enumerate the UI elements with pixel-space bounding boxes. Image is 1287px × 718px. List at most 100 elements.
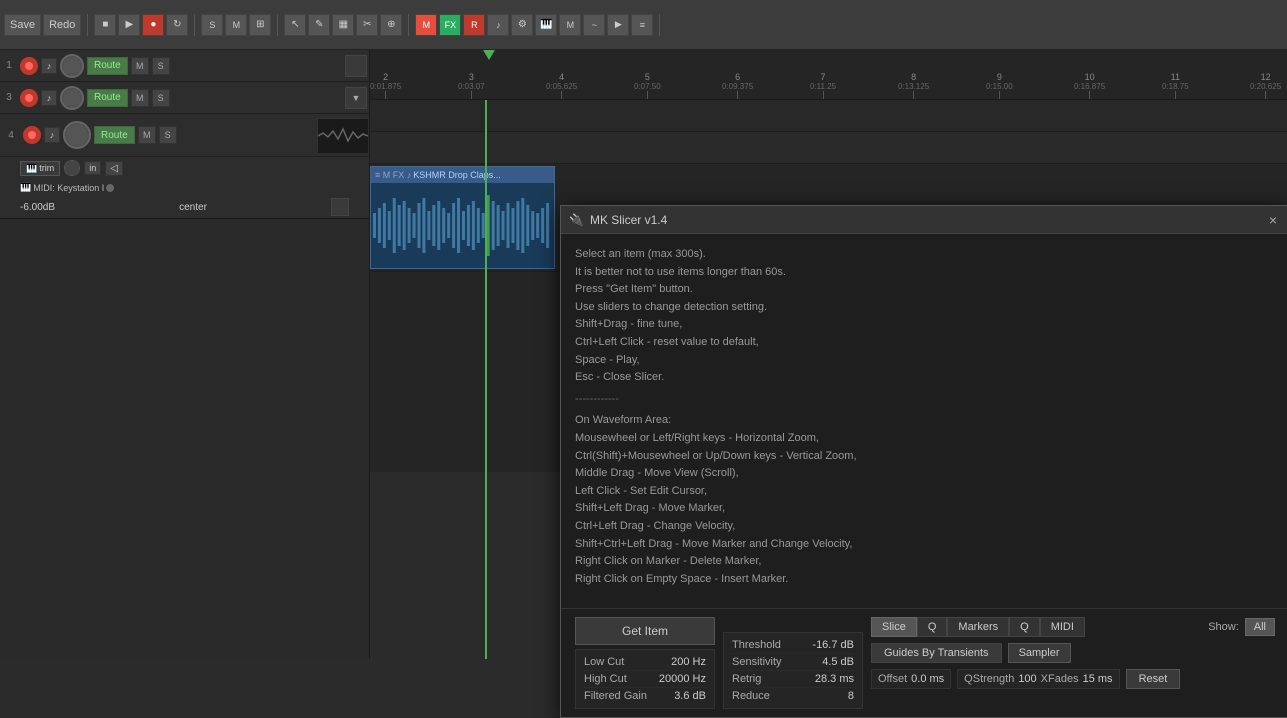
show-row: Show: All — [1208, 618, 1275, 636]
tracks-panel: 1 ♪ Route M S 3 ♪ Route M S — [0, 50, 370, 659]
arrow-button[interactable]: ◁ — [105, 161, 123, 176]
fx-icon[interactable]: FX — [439, 14, 461, 36]
help-line: Ctrl+Left Drag - Change Velocity, — [575, 518, 1275, 536]
track-clip-button[interactable]: ▼ — [345, 87, 367, 109]
play-icon[interactable]: ▶ — [118, 14, 140, 36]
midi-tab[interactable]: MIDI — [1040, 617, 1085, 637]
track-power-button[interactable] — [20, 57, 38, 75]
slice-q-tab[interactable]: Q — [917, 617, 948, 637]
mute-button[interactable]: M — [131, 57, 149, 75]
ruler-mark: 2 0:01.875 — [370, 72, 401, 99]
all-button[interactable]: All — [1245, 618, 1275, 636]
route-button[interactable]: Route — [87, 89, 128, 107]
guides-button[interactable]: Guides By Transients — [871, 643, 1002, 663]
snap-section: S M ⊞ — [201, 14, 278, 36]
ruler-mark: 7 0:11.25 — [810, 72, 836, 99]
waveform-thumbnail — [317, 118, 367, 152]
settings-icon[interactable]: ⚙ — [511, 14, 533, 36]
solo-button[interactable]: S — [152, 89, 170, 107]
track-lane-1 — [370, 100, 1287, 132]
offset-label: Offset — [878, 673, 907, 685]
file-section: Save Redo — [4, 14, 88, 36]
solo-button[interactable]: S — [159, 126, 177, 144]
mute-button[interactable]: M — [138, 126, 156, 144]
mute-button[interactable]: M — [131, 89, 149, 107]
param-value: 3.6 dB — [674, 690, 706, 702]
route-button[interactable]: Route — [87, 57, 128, 75]
metronome-icon[interactable]: M — [225, 14, 247, 36]
track-volume-knob[interactable] — [63, 121, 91, 149]
track-knob-small[interactable] — [64, 160, 80, 176]
dialog-titlebar: 🔌 MK Slicer v1.4 × — [561, 206, 1287, 234]
video-icon[interactable]: ▶ — [607, 14, 629, 36]
stop-icon[interactable]: ■ — [94, 14, 116, 36]
edit-icon[interactable] — [331, 198, 349, 216]
transport-section: ■ ▶ ● ↻ — [94, 14, 195, 36]
routing-icon[interactable]: R — [463, 14, 485, 36]
pencil-icon[interactable]: ✎ — [308, 14, 330, 36]
reset-button[interactable]: Reset — [1126, 669, 1181, 689]
track-number: 4 — [2, 128, 20, 143]
snap-icon[interactable]: S — [201, 14, 223, 36]
track-mute-button[interactable]: ♪ — [41, 58, 57, 74]
offset-value: 0.0 ms — [911, 673, 944, 685]
dialog-close-button[interactable]: × — [1265, 212, 1281, 228]
cursor-icon[interactable]: ↖ — [284, 14, 306, 36]
track-mute-button[interactable]: ♪ — [41, 90, 57, 106]
pan-center: center — [179, 202, 207, 213]
markers-tab[interactable]: Markers — [947, 617, 1009, 637]
tabs-row: Slice Q Markers Q MIDI — [871, 617, 1085, 637]
zoom-icon[interactable]: ⊕ — [380, 14, 402, 36]
extra-icon[interactable]: ≡ — [631, 14, 653, 36]
track-volume-knob[interactable] — [60, 86, 84, 110]
sampler-button[interactable]: Sampler — [1008, 643, 1071, 663]
solo-button[interactable]: S — [152, 57, 170, 75]
select-icon[interactable]: ▦ — [332, 14, 354, 36]
empty-track-area — [0, 219, 369, 659]
view-section: M FX R ♪ ⚙ 🎹 M ~ ▶ ≡ — [415, 14, 660, 36]
split-icon[interactable]: ✂ — [356, 14, 378, 36]
redo-button[interactable]: Redo — [43, 14, 81, 36]
qstrength-setting: QStrength 100 XFades 15 ms — [957, 669, 1119, 689]
get-item-button[interactable]: Get Item — [575, 617, 715, 645]
midi-icon[interactable]: M — [559, 14, 581, 36]
grid-icon[interactable]: ⊞ — [249, 14, 271, 36]
media-icon[interactable]: ♪ — [487, 14, 509, 36]
track-clip-button[interactable] — [345, 55, 367, 77]
clip-icons: ≡ M FX ♪ — [375, 170, 411, 180]
in-button[interactable]: in — [84, 161, 101, 175]
record-icon[interactable]: ● — [142, 14, 164, 36]
markers-q-tab[interactable]: Q — [1009, 617, 1040, 637]
help-line: Ctrl(Shift)+Mousewheel or Up/Down keys -… — [575, 448, 1275, 466]
track-power-button[interactable] — [20, 89, 38, 107]
help-line: Mousewheel or Left/Right keys - Horizont… — [575, 430, 1275, 448]
track-mute-button[interactable]: ♪ — [44, 127, 60, 143]
ruler-marks: 2 0:01.875 3 0:03.07 4 0:05.625 5 0:07.5… — [370, 50, 1287, 99]
audio-clip[interactable]: ≡ M FX ♪ KSHMR Drop Claps... — [370, 166, 555, 269]
loop-icon[interactable]: ↻ — [166, 14, 188, 36]
ruler-mark: 10 0:16.875 — [1074, 72, 1105, 99]
help-line: Shift+Left Drag - Move Marker, — [575, 500, 1275, 518]
route-button[interactable]: Route — [94, 126, 135, 144]
track-power-button[interactable] — [23, 126, 41, 144]
xfades-value: 15 ms — [1083, 673, 1113, 685]
param-value: -16.7 dB — [812, 639, 854, 651]
timeline-ruler: 2 0:01.875 3 0:03.07 4 0:05.625 5 0:07.5… — [370, 50, 1287, 100]
piano-icon: 🎹 — [26, 163, 37, 174]
param-value: 20000 Hz — [659, 673, 706, 685]
param-row: Filtered Gain 3.6 dB — [584, 688, 706, 704]
param-label: High Cut — [584, 673, 627, 685]
trim-button[interactable]: 🎹 trim — [20, 161, 60, 176]
save-button[interactable]: Save — [4, 14, 41, 36]
track-volume-knob[interactable] — [60, 54, 84, 78]
mixer-icon[interactable]: M — [415, 14, 437, 36]
slice-tab[interactable]: Slice — [871, 617, 917, 637]
param-row: High Cut 20000 Hz — [584, 671, 706, 688]
ruler-mark: 11 0:18.75 — [1162, 72, 1189, 99]
mk-slicer-dialog[interactable]: 🔌 MK Slicer v1.4 × Select an item (max 3… — [560, 205, 1287, 718]
waveform-icon[interactable]: ~ — [583, 14, 605, 36]
piano-icon[interactable]: 🎹 — [535, 14, 557, 36]
qstrength-value: 100 — [1018, 673, 1036, 685]
track-number: 3 — [0, 90, 18, 105]
track-row: 3 ♪ Route M S ▼ — [0, 82, 369, 114]
